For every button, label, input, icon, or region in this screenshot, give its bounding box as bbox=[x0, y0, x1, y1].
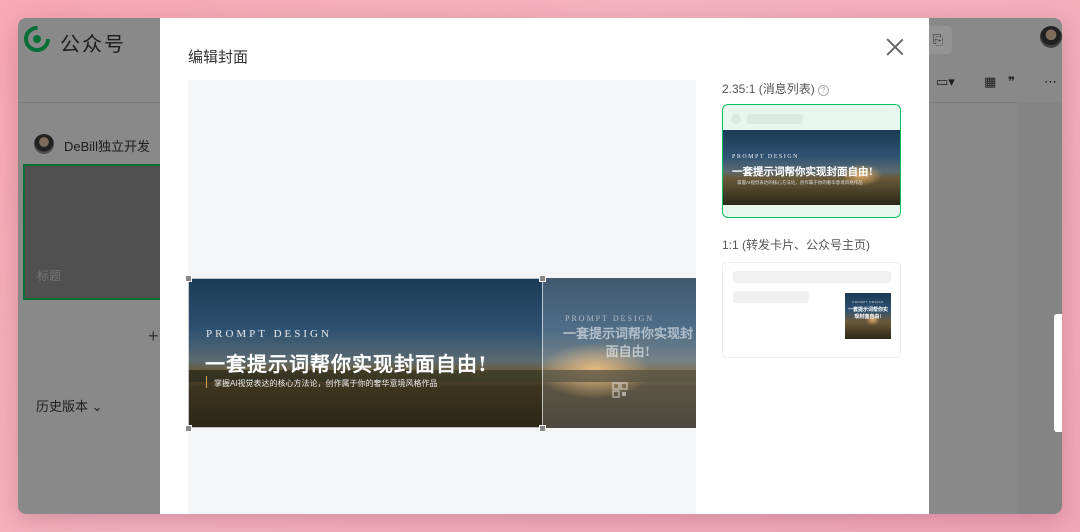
crop-selection[interactable] bbox=[188, 278, 543, 428]
square-ratio-label: 1:1 (转发卡片、公众号主页) bbox=[722, 238, 871, 252]
crop-handle-bottom-right[interactable] bbox=[539, 425, 546, 432]
square-preview-english: PROMPT DESIGN bbox=[852, 300, 884, 304]
square-english-title: PROMPT DESIGN bbox=[565, 314, 655, 323]
placeholder-line bbox=[747, 114, 803, 124]
wide-preview[interactable]: PROMPT DESIGN 一套提示词帮你实现封面自由! 掌握AI视觉表达的核心… bbox=[722, 104, 901, 218]
crop-handle-bottom-left[interactable] bbox=[185, 425, 192, 432]
placeholder-line bbox=[733, 271, 891, 283]
square-preview-chinese: 一套提示词帮你实现封面自由! bbox=[847, 307, 888, 320]
square-preview-image: PROMPT DESIGN 一套提示词帮你实现封面自由! bbox=[845, 293, 891, 339]
dialog-title: 编辑封面 bbox=[188, 49, 249, 66]
crop-area: PROMPT DESIGN 一套提示词帮你实现封面自由! 掌握AI视觉表达的核心… bbox=[185, 80, 696, 514]
crop-handle-top-left[interactable] bbox=[185, 275, 192, 282]
wide-preview-english: PROMPT DESIGN bbox=[732, 154, 799, 160]
wide-preview-chinese: 一套提示词帮你实现封面自由! bbox=[732, 166, 874, 178]
qrcode-icon bbox=[612, 382, 628, 398]
square-chinese-title: 一套提示词帮你实现封面自由! bbox=[562, 327, 693, 360]
app-window: 公众号 ⎘ ▭▾ ▦ ❞ ⋯ DeBill独立开发 标题 + 历史版本 ⌄ 编辑… bbox=[18, 18, 1062, 514]
wide-ratio-text: 2.35:1 (消息列表) bbox=[722, 82, 815, 96]
placeholder-avatar bbox=[731, 114, 741, 124]
wide-preview-subtitle: 掌握AI视觉表达的核心方法论，创作属于你的奢华意境风格作品 bbox=[737, 180, 863, 185]
placeholder-line bbox=[733, 291, 809, 303]
close-icon[interactable] bbox=[886, 38, 904, 56]
edit-cover-dialog: 编辑封面 PROMPT DESIGN 一套提示词帮你实现封面自由! 掌握AI视觉… bbox=[160, 18, 929, 514]
side-tab[interactable] bbox=[1054, 314, 1062, 432]
wide-ratio-label: 2.35:1 (消息列表)? bbox=[722, 80, 829, 97]
help-icon[interactable]: ? bbox=[817, 85, 829, 96]
wide-preview-image: PROMPT DESIGN 一套提示词帮你实现封面自由! 掌握AI视觉表达的核心… bbox=[723, 130, 900, 205]
crop-handle-top-right[interactable] bbox=[539, 275, 546, 282]
square-preview[interactable]: PROMPT DESIGN 一套提示词帮你实现封面自由! bbox=[722, 262, 901, 358]
